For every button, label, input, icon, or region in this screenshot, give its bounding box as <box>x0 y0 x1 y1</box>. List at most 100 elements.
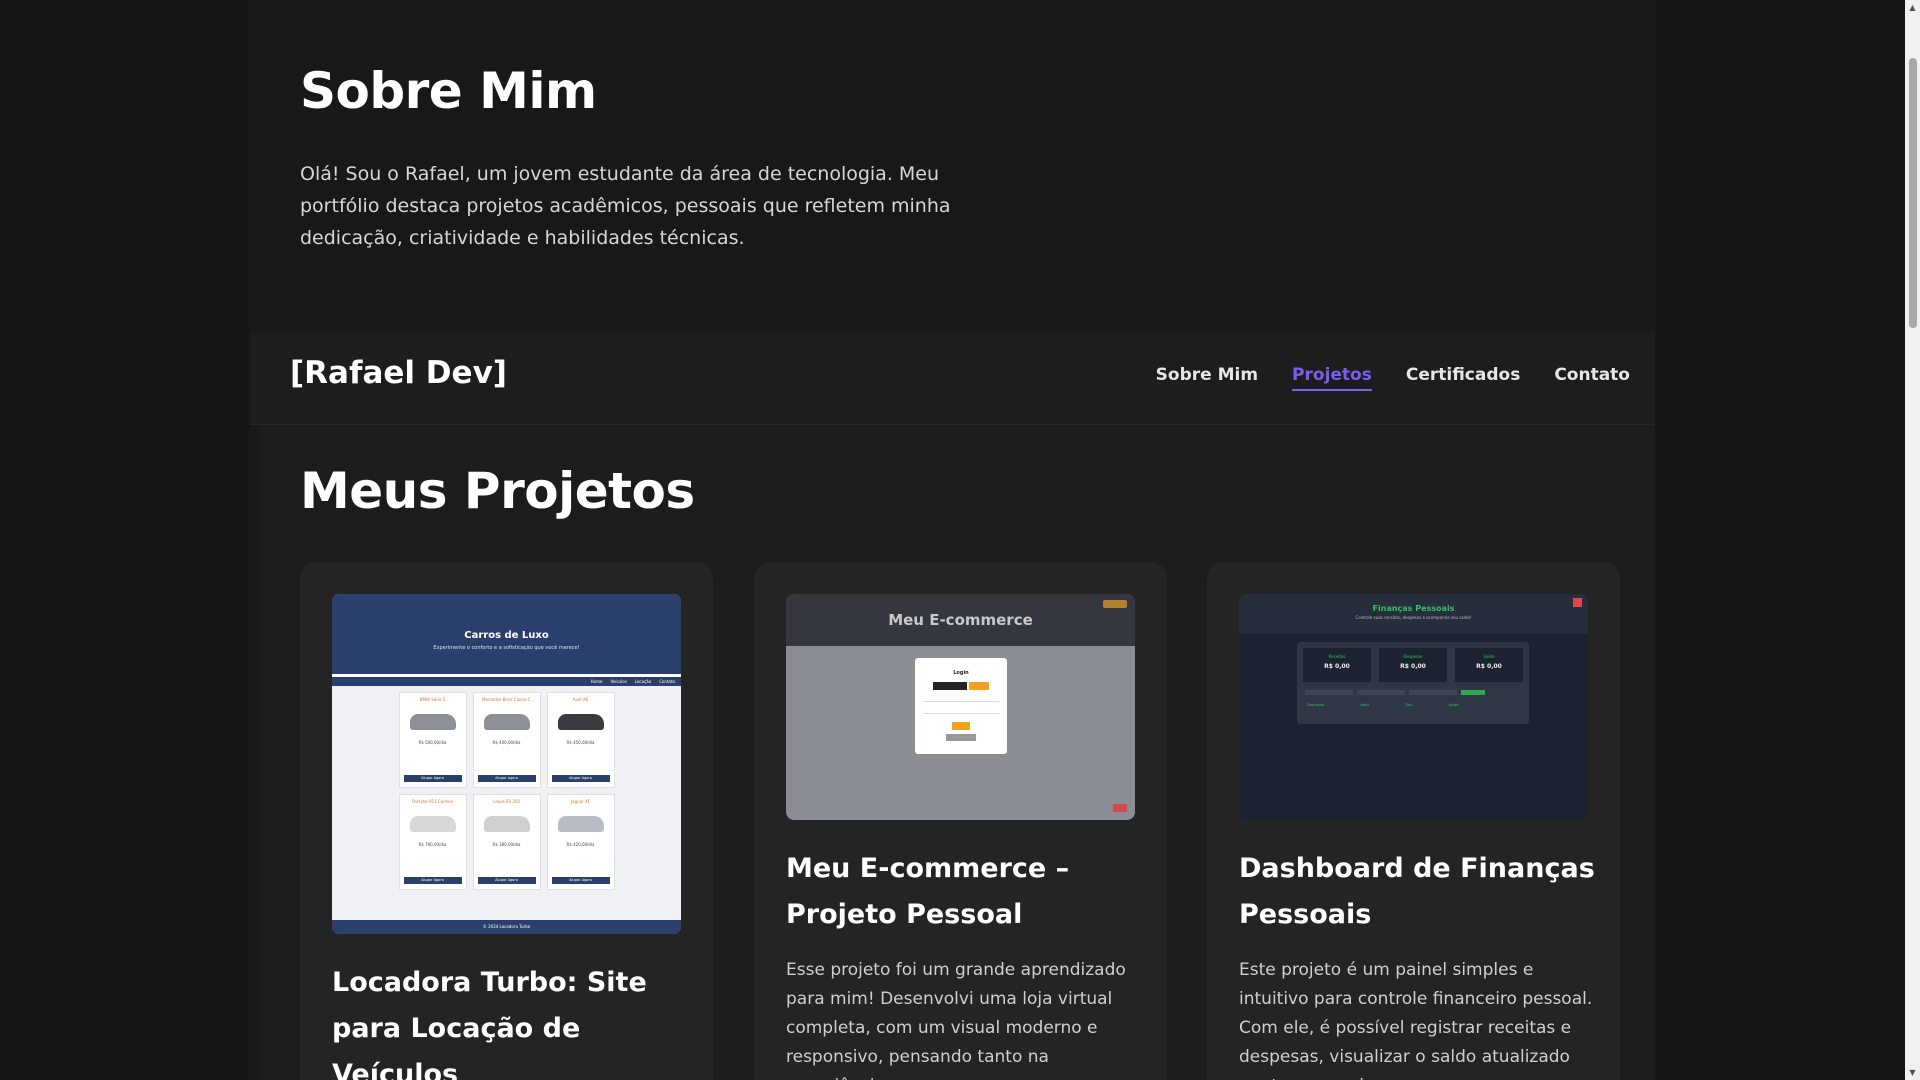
nav-link-sobre-mim[interactable]: Sobre Mim <box>1156 365 1258 391</box>
thumb-car-name: Mercedes-Benz Classe C <box>482 697 531 702</box>
thumb-header: Finanças Pessoais Controle suas receitas… <box>1239 594 1588 634</box>
thumb-car-card: Jaguar XF R$ 420,00/dia Alugar Agora <box>546 794 615 890</box>
thumb-car-card: Lexus ES 350 R$ 380,00/dia Alugar Agora <box>472 794 541 890</box>
project-thumbnail-locadora[interactable]: Carros de Luxo Experimente o conforto e … <box>332 594 681 934</box>
thumb-field <box>923 696 999 702</box>
nav-link-certificados[interactable]: Certificados <box>1406 365 1520 391</box>
thumb-car-card: Audi A6 R$ 450,00/dia Alugar Agora <box>546 692 615 788</box>
nav-link-projetos[interactable]: Projetos <box>1292 365 1372 391</box>
project-card-financas[interactable]: Finanças Pessoais Controle suas receitas… <box>1207 562 1620 1080</box>
nav-link-contato[interactable]: Contato <box>1554 365 1630 391</box>
thumb-stat-value: R$ 0,00 <box>1476 663 1502 670</box>
thumb-car-grid: BMW Série 5 R$ 500,00/dia Alugar Agora Mer… <box>332 692 681 890</box>
thumb-panel: Receitas R$ 0,00 Despesas R$ 0,00 Saldo R$ … <box>1297 642 1529 724</box>
thumb-input <box>1305 690 1353 695</box>
thumb-car-card: Porsche 911 Carrera R$ 700,00/dia Alugar A… <box>398 794 467 890</box>
about-title: Sobre Mim <box>300 62 597 120</box>
car-image <box>409 816 456 832</box>
projects-title: Meus Projetos <box>300 462 695 520</box>
thumb-car-price: R$ 450,00/dia <box>566 740 595 745</box>
thumb-nav-item: Locação <box>634 679 652 684</box>
project-title: Locadora Turbo: Site para Locação de Veí… <box>332 967 647 1080</box>
scrollbar-thumb[interactable] <box>1909 58 1917 328</box>
thumb-tag <box>1103 600 1127 608</box>
thumb-column: Ações <box>1448 703 1459 707</box>
thumb-corner-button <box>1113 804 1127 812</box>
thumb-car-button: Alugar Agora <box>551 877 610 884</box>
project-card-locadora[interactable]: Carros de Luxo Experimente o conforto e … <box>300 562 713 1080</box>
close-icon <box>1573 598 1582 607</box>
thumb-nav-item: Contato <box>659 679 675 684</box>
thumb-heading: Carros de Luxo <box>464 630 549 641</box>
project-thumbnail-ecommerce[interactable]: Meu E-commerce Login <box>786 594 1135 820</box>
thumb-car-button: Alugar Agora <box>477 775 536 782</box>
thumb-car-card: BMW Série 5 R$ 500,00/dia Alugar Agora <box>398 692 467 788</box>
thumb-hero: Carros de Luxo Experimente o conforto e … <box>332 594 681 674</box>
thumb-car-price: R$ 380,00/dia <box>492 842 521 847</box>
navbar: [Rafael Dev] Sobre Mim Projetos Certific… <box>250 333 1655 425</box>
thumb-car-button: Alugar Agora <box>551 775 610 782</box>
thumb-header: Meu E-commerce <box>786 594 1135 646</box>
thumb-car-name: BMW Série 5 <box>419 697 446 702</box>
thumb-tab-admin <box>933 682 967 690</box>
thumb-stat: Despesas R$ 0,00 <box>1379 648 1447 682</box>
thumb-stats: Receitas R$ 0,00 Despesas R$ 0,00 Saldo R$ … <box>1297 648 1529 682</box>
scroll-down-icon[interactable]: ▼ <box>1905 1065 1920 1080</box>
thumb-column: Valor <box>1360 703 1370 707</box>
thumb-column: Tipo <box>1405 703 1413 707</box>
thumb-register <box>946 734 976 741</box>
scroll-up-icon[interactable]: ▲ <box>1905 0 1920 15</box>
thumb-form <box>1305 690 1529 695</box>
nav-links: Sobre Mim Projetos Certificados Contato <box>1156 365 1630 391</box>
thumb-submit <box>952 722 970 730</box>
thumb-car-name: Jaguar XF <box>570 799 591 804</box>
thumb-heading: Meu E-commerce <box>888 611 1033 629</box>
thumb-stat: Saldo R$ 0,00 <box>1455 648 1523 682</box>
car-image <box>557 816 604 832</box>
car-image <box>483 816 530 832</box>
project-title: Meu E-commerce – Projeto Pessoal <box>786 853 1070 930</box>
thumb-car-button: Alugar Agora <box>403 877 462 884</box>
thumb-login-tabs <box>915 682 1007 690</box>
thumb-field <box>923 708 999 714</box>
thumb-car-name: Porsche 911 Carrera <box>412 799 453 804</box>
about-text: Olá! Sou o Rafael, um jovem estudante da… <box>300 163 951 249</box>
thumb-subheading: Experimente o conforto e a sofisticação … <box>433 645 580 651</box>
thumb-car-name: Lexus ES 350 <box>493 799 520 804</box>
car-image <box>483 714 530 730</box>
thumb-nav-item: Veículos <box>610 679 627 684</box>
thumb-stat-value: R$ 0,00 <box>1324 663 1350 670</box>
thumb-input <box>1357 690 1405 695</box>
thumb-stat-label: Despesas <box>1403 654 1423 659</box>
thumb-login-box: Login <box>915 658 1007 754</box>
page-scrollbar[interactable]: ▲ ▼ <box>1905 0 1920 1080</box>
project-description: Esse projeto foi um grande aprendizado p… <box>786 960 1126 1080</box>
thumb-stat: Receitas R$ 0,00 <box>1303 648 1371 682</box>
thumb-nav-item: Home <box>590 679 603 684</box>
thumb-car-price: R$ 700,00/dia <box>418 842 447 847</box>
thumb-tab-user <box>969 682 989 690</box>
thumb-select <box>1409 690 1457 695</box>
thumb-car-price: R$ 500,00/dia <box>418 740 447 745</box>
thumb-stat-label: Saldo <box>1483 654 1495 659</box>
thumb-login-title: Login <box>953 670 969 676</box>
brand-logo[interactable]: [Rafael Dev] <box>290 355 507 391</box>
project-description: Este projeto é um painel simples e intui… <box>1239 960 1593 1080</box>
thumb-nav: Home Veículos Locação Contato <box>332 674 681 686</box>
thumb-subheading: Controle suas receitas, despesas e acomp… <box>1355 615 1472 620</box>
thumb-stat-label: Receitas <box>1328 654 1346 659</box>
thumb-car-card: Mercedes-Benz Classe C R$ 400,00/dia Aluga… <box>472 692 541 788</box>
car-image <box>409 714 456 730</box>
thumb-car-price: R$ 420,00/dia <box>566 842 595 847</box>
thumb-car-price: R$ 400,00/dia <box>492 740 521 745</box>
car-image <box>557 714 604 730</box>
project-title: Dashboard de Finanças Pessoais <box>1239 853 1595 930</box>
thumb-car-button: Alugar Agora <box>477 877 536 884</box>
thumb-stat-value: R$ 0,00 <box>1400 663 1426 670</box>
project-card-ecommerce[interactable]: Meu E-commerce Login Meu E-commerce – Pr… <box>754 562 1167 1080</box>
thumb-column: Descrição <box>1307 703 1325 707</box>
project-thumbnail-financas[interactable]: Finanças Pessoais Controle suas receitas… <box>1239 594 1588 820</box>
thumb-add-button <box>1461 690 1485 695</box>
thumb-heading: Finanças Pessoais <box>1372 604 1455 613</box>
thumb-car-name: Audi A6 <box>572 697 589 702</box>
